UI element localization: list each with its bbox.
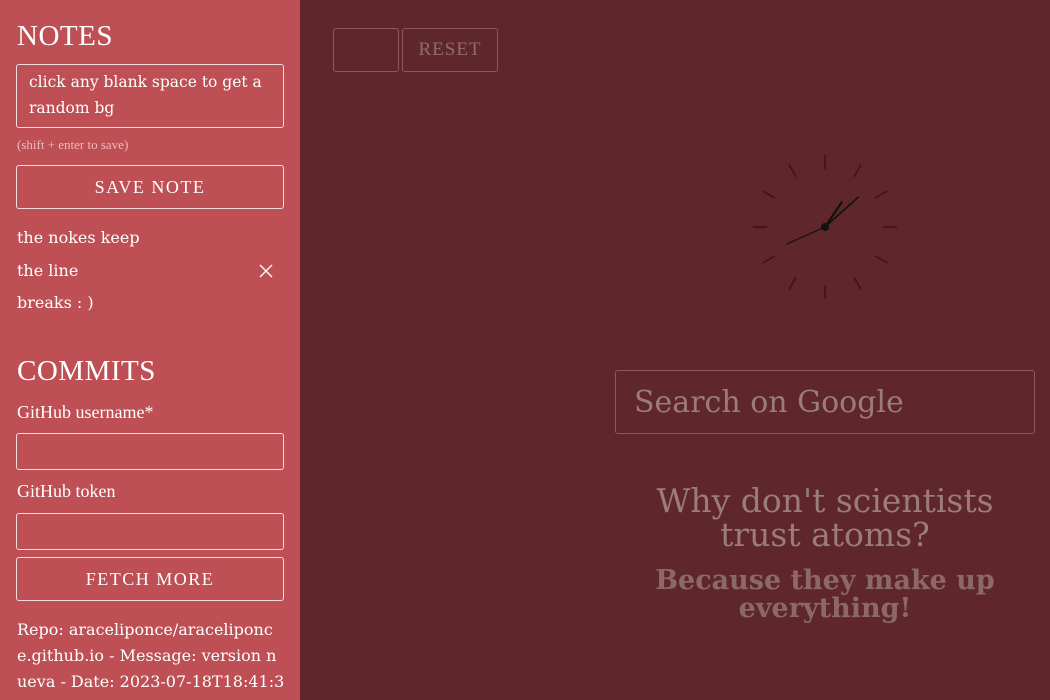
reset-button[interactable]: RESET <box>402 28 498 72</box>
google-search-input[interactable] <box>615 370 1035 434</box>
commit-info: Repo: araceliponce/araceliponce.github.i… <box>17 620 285 700</box>
clock-tick <box>853 164 862 178</box>
clock-tick <box>788 164 797 178</box>
note-line-2: the line <box>17 260 79 280</box>
clock-tick <box>762 255 776 264</box>
github-username-label: GitHub username* <box>17 402 154 422</box>
save-note-button[interactable]: SAVE NOTE <box>16 165 284 209</box>
clock-second-hand <box>786 226 826 245</box>
note-line-3: breaks : ) <box>17 293 94 312</box>
note-hint: (shift + enter to save) <box>17 137 129 152</box>
github-token-label: GitHub token <box>17 481 116 501</box>
blank-button[interactable] <box>333 28 399 72</box>
clock-center <box>821 223 829 231</box>
clock-tick <box>874 255 888 264</box>
fetch-more-button[interactable]: FETCH MORE <box>16 557 284 601</box>
clock-tick <box>788 276 797 290</box>
joke-question: Why don't scientists trust atoms? <box>656 481 994 554</box>
github-username-input[interactable] <box>16 433 284 470</box>
notes-list: the nokes keep the line breaks : ) <box>17 225 285 323</box>
note-input[interactable] <box>16 64 284 128</box>
note-line-1: the nokes keep <box>17 228 140 247</box>
analog-clock <box>753 155 897 299</box>
github-token-input[interactable] <box>16 513 284 550</box>
notes-title: NOTES <box>17 20 113 52</box>
clock-tick <box>874 190 888 199</box>
clock-tick <box>762 190 776 199</box>
commits-title: COMMITS <box>17 355 156 387</box>
sidebar: NOTES (shift + enter to save) SAVE NOTE … <box>0 0 300 700</box>
joke-answer: Because they make up everything! <box>655 565 995 624</box>
clock-tick <box>853 276 862 290</box>
delete-note-icon[interactable] <box>257 262 275 280</box>
